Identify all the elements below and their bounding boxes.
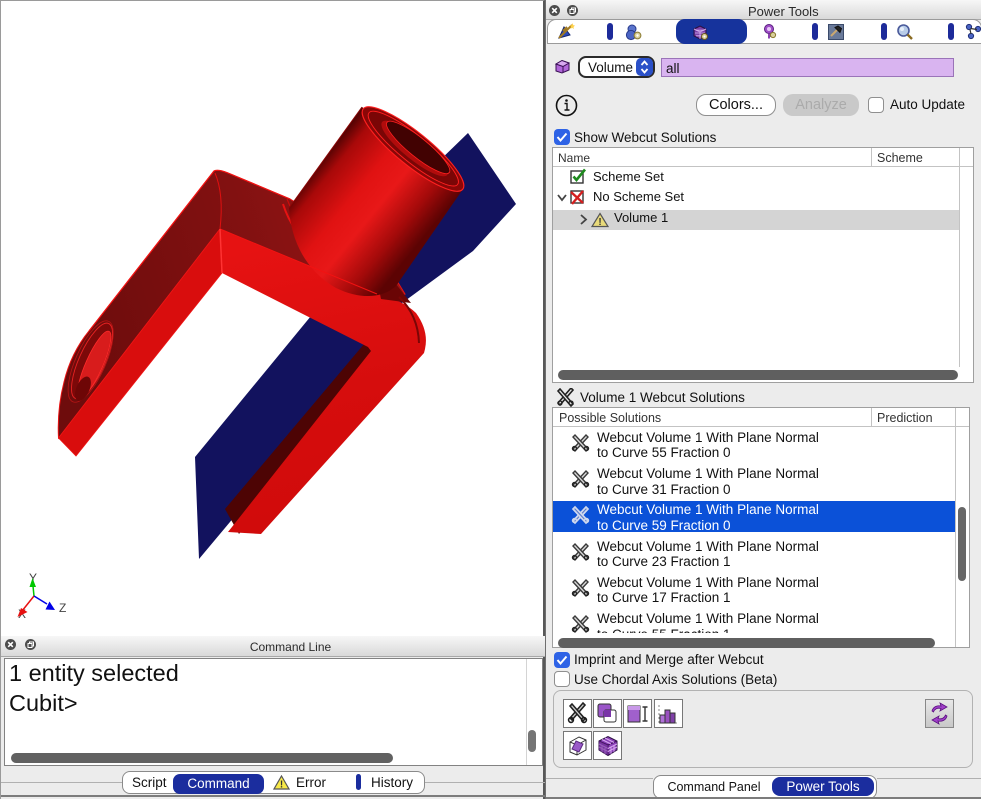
svg-text:!: ! [280, 780, 283, 791]
svg-text:Z: Z [59, 601, 66, 615]
svg-text:!: ! [598, 217, 601, 228]
